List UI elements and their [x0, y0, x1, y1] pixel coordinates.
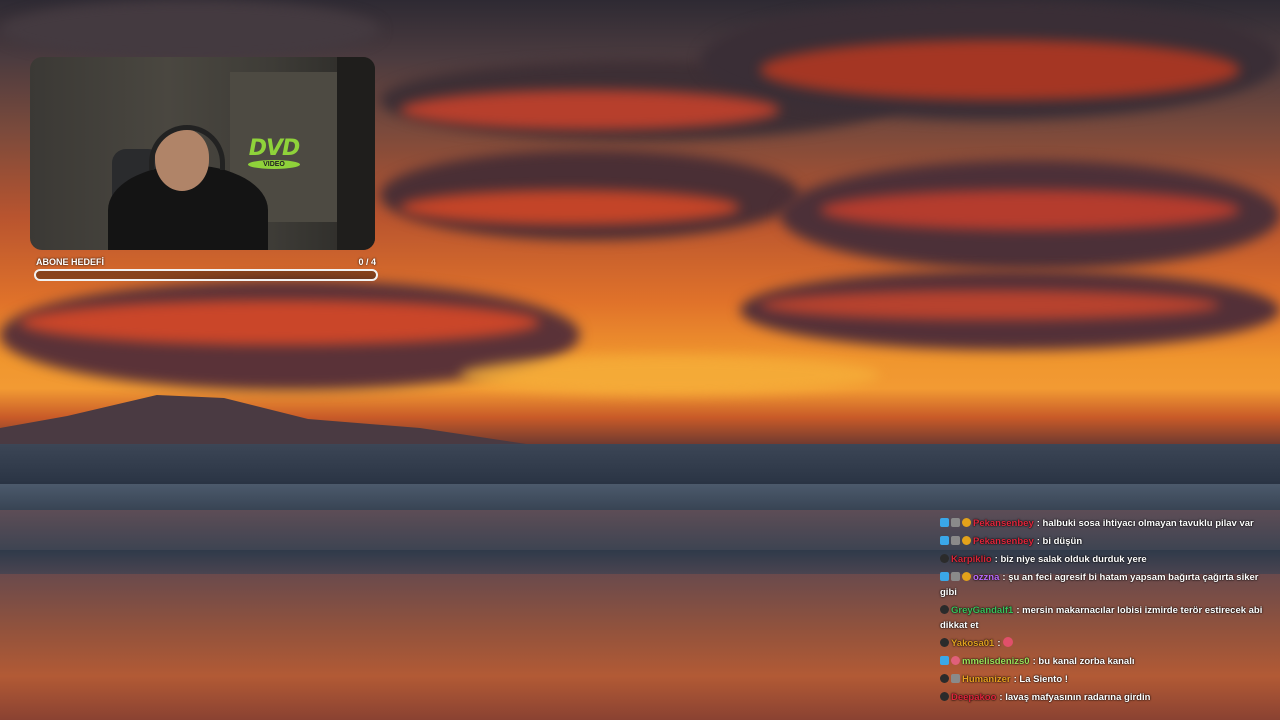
door	[337, 57, 375, 250]
stream-scene: DVD VIDEO ABONE HEDEFİ 0 / 4 Pekansenbey…	[0, 0, 1280, 720]
chat-badge-icon	[951, 536, 960, 545]
cloud	[760, 40, 1240, 100]
chat-badge-icon	[940, 572, 949, 581]
cloud	[460, 355, 880, 395]
chat-username: GreyGandalf1	[951, 605, 1014, 616]
chat-emote-icon	[1003, 637, 1014, 647]
mountain-silhouette	[0, 395, 560, 452]
chat-message: ozzna: şu an feci agresif bi hatam yapsa…	[940, 569, 1270, 602]
dvd-logo-text: DVD	[248, 136, 301, 161]
chat-username: Deepakoo	[951, 692, 997, 703]
cloud	[820, 190, 1240, 230]
subscriber-goal-count: 0 / 4	[358, 257, 376, 267]
chat-message: Humanizer: La Siento !	[940, 671, 1270, 689]
chat-badge-icon	[940, 605, 949, 614]
webcam-feed	[30, 57, 375, 250]
sea-wave	[0, 484, 1280, 510]
chat-username: mmelisdenizs0	[962, 656, 1030, 667]
chat-badge-icon	[940, 518, 949, 527]
chat-message: Karpiklio: biz niye salak olduk durduk y…	[940, 551, 1270, 569]
chat-text: bi düşün	[1042, 536, 1083, 547]
chat-badge-icon	[951, 656, 960, 665]
chat-username: Pekansenbey	[973, 518, 1034, 529]
chat-badge-icon	[940, 674, 949, 683]
subscriber-goal-label: ABONE HEDEFİ	[36, 257, 105, 267]
chat-badge-icon	[962, 536, 971, 545]
chat-text: lavaş mafyasının radarına girdin	[1005, 692, 1151, 703]
dvd-logo-subtext: VIDEO	[248, 160, 300, 169]
chat-badge-icon	[962, 572, 971, 581]
chat-overlay: Pekansenbey: halbuki sosa ihtiyacı olmay…	[940, 515, 1270, 707]
chat-username: Humanizer	[962, 674, 1011, 685]
chat-text: bu kanal zorba kanalı	[1038, 656, 1135, 667]
chat-text: halbuki sosa ihtiyacı olmayan tavuklu pi…	[1042, 518, 1254, 529]
chat-badge-icon	[951, 518, 960, 527]
chat-badge-icon	[951, 572, 960, 581]
chat-message: Pekansenbey: halbuki sosa ihtiyacı olmay…	[940, 515, 1270, 533]
chat-badge-icon	[962, 518, 971, 527]
chat-badge-icon	[940, 638, 949, 647]
chat-message: mmelisdenizs0: bu kanal zorba kanalı	[940, 653, 1270, 671]
chat-badge-icon	[940, 656, 949, 665]
chat-message: Yakosa01:	[940, 635, 1270, 653]
chat-badge-icon	[940, 554, 949, 563]
chat-badge-icon	[940, 536, 949, 545]
cloud	[400, 190, 740, 225]
cloud	[20, 300, 540, 345]
cloud	[400, 90, 780, 130]
dvd-logo: DVD VIDEO	[242, 136, 306, 169]
chat-username: Pekansenbey	[973, 536, 1034, 547]
chat-badge-icon	[940, 692, 949, 701]
chat-message: GreyGandalf1: mersin makarnacılar lobisi…	[940, 602, 1270, 635]
chat-text: biz niye salak olduk durduk yere	[1000, 554, 1147, 565]
subscriber-goal-bar	[34, 269, 378, 281]
chat-message: Deepakoo: lavaş mafyasının radarına gird…	[940, 689, 1270, 707]
chat-text: La Siento !	[1019, 674, 1068, 685]
cloud	[760, 290, 1220, 320]
chat-badge-icon	[951, 674, 960, 683]
chat-username: Karpiklio	[951, 554, 992, 565]
sea-horizon	[0, 444, 1280, 484]
chat-username: ozzna	[973, 572, 1000, 583]
chat-username: Yakosa01	[951, 638, 995, 649]
chat-message: Pekansenbey: bi düşün	[940, 533, 1270, 551]
headphones-icon	[149, 125, 225, 170]
cloud	[0, 0, 380, 60]
